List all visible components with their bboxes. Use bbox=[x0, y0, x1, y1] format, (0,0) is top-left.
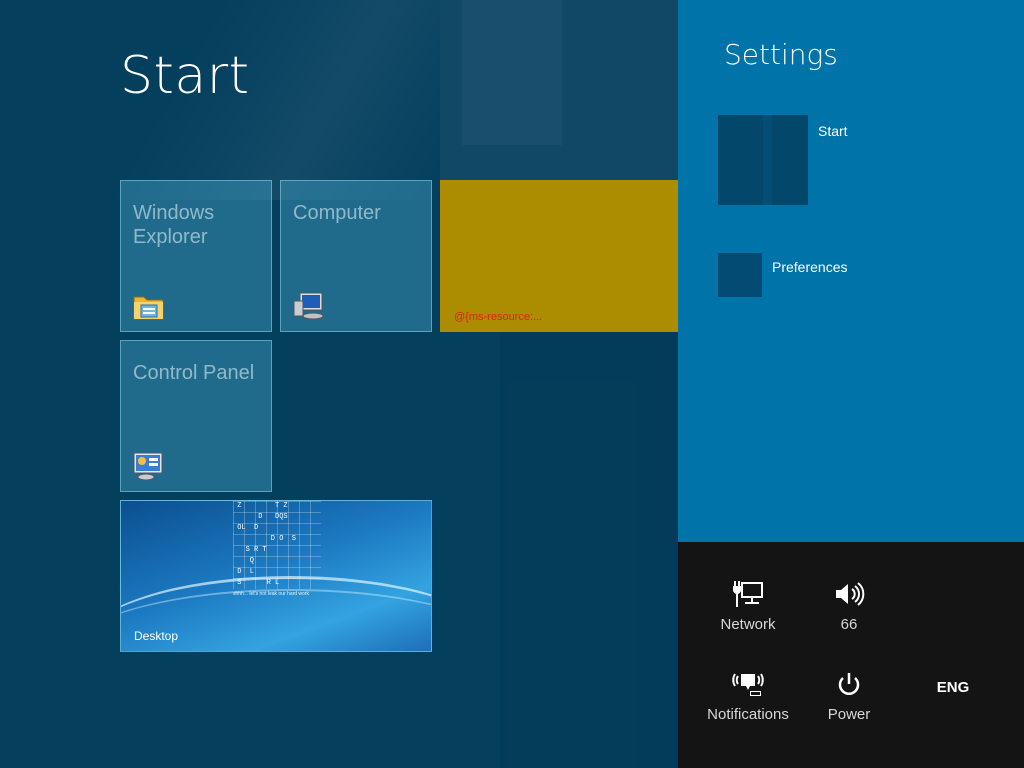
background-decoration bbox=[462, 0, 562, 145]
speaker-icon bbox=[799, 578, 899, 608]
tile-computer[interactable]: Computer bbox=[280, 180, 432, 332]
settings-item-label: Start bbox=[818, 123, 848, 139]
tile-label: @{ms-resource:... bbox=[454, 311, 543, 323]
tile-label: Computer bbox=[293, 202, 381, 224]
quick-settings-tray: Network 66 Notifications Power ENG bbox=[678, 542, 1024, 768]
tile-unresolved-app[interactable]: @{ms-resource:... bbox=[440, 180, 678, 332]
tile-label: Control Panel bbox=[133, 362, 255, 384]
power-icon bbox=[799, 668, 899, 698]
tile-control-panel[interactable]: Control Panel bbox=[120, 340, 272, 492]
tile-desktop[interactable]: Z T Z D DQS OL D D O S S R T Q D L S R L… bbox=[120, 500, 432, 652]
computer-icon bbox=[292, 291, 326, 321]
language-indicator[interactable]: ENG bbox=[918, 679, 988, 696]
volume-button[interactable]: 66 bbox=[799, 578, 899, 633]
tile-label: Windows Explorer bbox=[133, 202, 215, 248]
wallpaper-tagline: shhh... let's not leak our hard work bbox=[233, 591, 309, 597]
tile-windows-explorer[interactable]: Windows Explorer bbox=[120, 180, 272, 332]
network-button[interactable]: Network bbox=[698, 578, 798, 633]
notifications-icon bbox=[698, 668, 798, 698]
volume-label: 66 bbox=[840, 616, 858, 633]
background-decoration bbox=[440, 0, 678, 180]
control-panel-icon bbox=[132, 451, 166, 481]
settings-item-start[interactable]: Start bbox=[718, 115, 918, 205]
network-label: Network bbox=[720, 616, 776, 633]
settings-item-thumbnail bbox=[718, 115, 808, 205]
notifications-button[interactable]: Notifications bbox=[698, 668, 798, 723]
folder-explorer-icon bbox=[132, 291, 166, 321]
tile-label: Desktop bbox=[134, 629, 179, 643]
settings-item-thumbnail bbox=[718, 253, 762, 297]
settings-item-preferences[interactable]: Preferences bbox=[718, 253, 918, 297]
settings-panel: Settings Start Preferences bbox=[678, 0, 1024, 542]
wallpaper-grid-letters: Z T Z D DQS OL D D O S S R T Q D L S R L bbox=[237, 502, 297, 587]
settings-item-label: Preferences bbox=[772, 259, 848, 275]
power-label: Power bbox=[827, 706, 871, 723]
start-title: Start bbox=[120, 46, 250, 106]
settings-title: Settings bbox=[724, 38, 838, 71]
background-decoration bbox=[500, 330, 678, 768]
network-icon bbox=[698, 578, 798, 608]
power-button[interactable]: Power bbox=[799, 668, 899, 723]
notifications-label: Notifications bbox=[707, 706, 789, 723]
